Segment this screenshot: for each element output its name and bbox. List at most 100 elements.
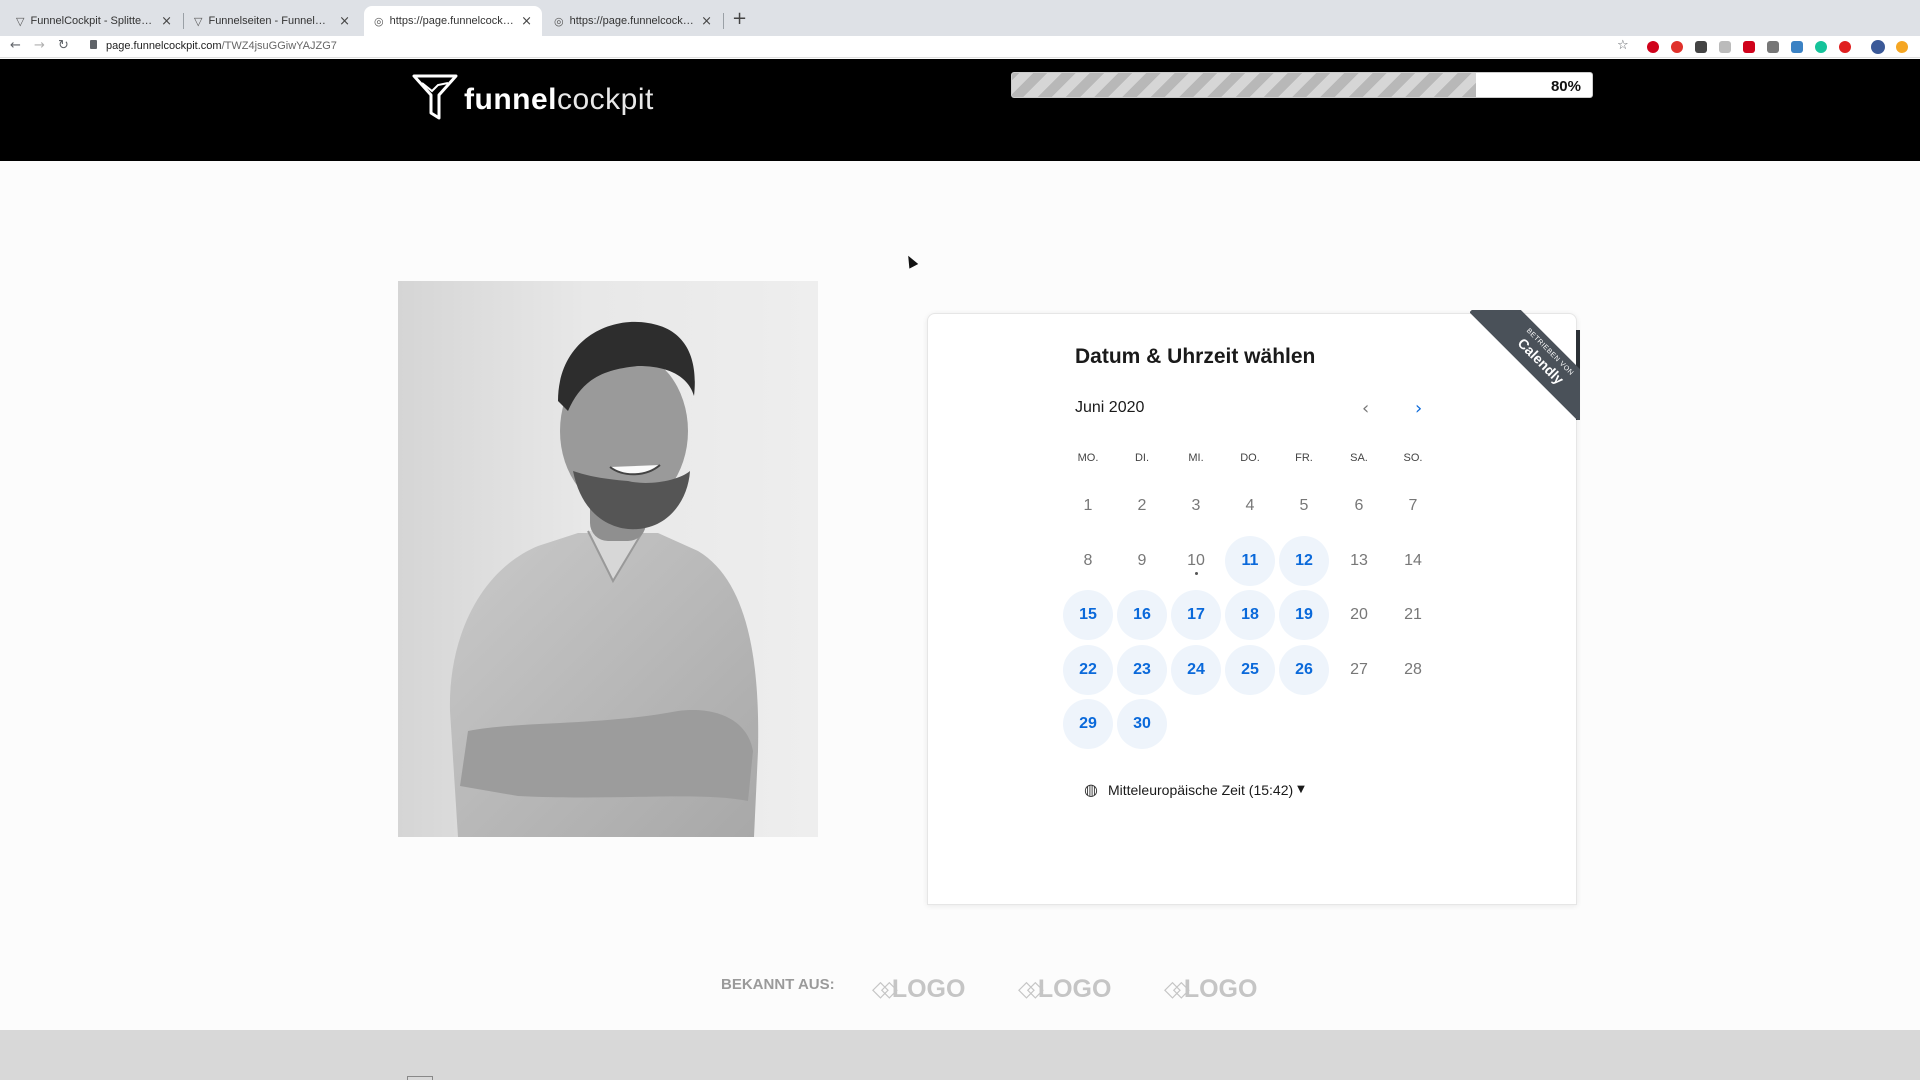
close-icon[interactable]: × [521, 14, 532, 29]
portrait-photo [398, 281, 818, 837]
extension-icon[interactable] [1839, 41, 1851, 53]
back-arrow-icon[interactable]: ← [10, 38, 21, 53]
weekday-label: DI. [1134, 452, 1150, 464]
weekday-label: SO. [1403, 452, 1423, 464]
calendar-day-available[interactable]: 30 [1117, 699, 1167, 749]
calendar-day: 9 [1137, 552, 1147, 569]
calendar-day-available[interactable]: 23 [1117, 645, 1167, 695]
calendar-day-available[interactable]: 26 [1279, 645, 1329, 695]
extension-icon[interactable] [1719, 41, 1731, 53]
diamond-logo-icon: ◇◇ [1018, 977, 1044, 1002]
extension-icon[interactable] [1647, 41, 1659, 53]
calendar-day-available[interactable]: 16 [1117, 590, 1167, 640]
close-icon[interactable]: × [339, 14, 350, 29]
calendar-day: 1 [1083, 497, 1093, 514]
reload-icon[interactable]: ↻ [58, 38, 69, 53]
close-icon[interactable]: × [701, 14, 712, 29]
chevron-right-icon[interactable]: › [1415, 398, 1422, 419]
address-bar: ← → ↻ page.funnelcockpit.com/TWZ4jsuGGiw… [0, 36, 1920, 58]
calendar-day-available[interactable]: 29 [1063, 699, 1113, 749]
browser-tab-active[interactable]: ◎ https://page.funnelcockpit.co × [364, 6, 542, 36]
progress-bar: 80% [1011, 72, 1593, 98]
calendar-day: 27 [1350, 661, 1368, 678]
press-logo-text: LOGO [1183, 975, 1258, 1003]
caret-down-icon: ▼ [1297, 784, 1305, 795]
press-logo: ◇◇ LOGO [1164, 975, 1257, 1004]
extension-icon[interactable] [1791, 41, 1803, 53]
calendar-day-available[interactable]: 24 [1171, 645, 1221, 695]
globe-icon: ◍ [1084, 780, 1098, 799]
weekday-label: MO. [1077, 452, 1099, 464]
calendar-day-available[interactable]: 12 [1279, 536, 1329, 586]
timezone-label: Mitteleuropäische Zeit (15:42) [1107, 781, 1294, 798]
brand-logo[interactable]: funnelcockpit [464, 83, 654, 117]
calendar-day-available[interactable]: 25 [1225, 645, 1275, 695]
diamond-logo-icon: ◇◇ [872, 977, 898, 1002]
calendar-day: 7 [1408, 497, 1418, 514]
press-logo: ◇◇ LOGO [872, 975, 965, 1004]
calendar-day-available[interactable]: 19 [1279, 590, 1329, 640]
press-logo-text: LOGO [891, 975, 966, 1003]
extension-icon[interactable] [1695, 41, 1707, 53]
bookmark-star-icon[interactable]: ☆ [1617, 38, 1629, 53]
funnel-favicon-icon: ▽ [16, 14, 25, 28]
plus-icon[interactable]: + [732, 8, 747, 29]
extension-icon[interactable] [1671, 41, 1683, 53]
extension-icon[interactable] [1743, 41, 1755, 53]
calendar-day: 13 [1350, 552, 1368, 569]
calendar-day-available[interactable]: 17 [1171, 590, 1221, 640]
calendar-day: 10 [1187, 552, 1205, 569]
page-footer [0, 1030, 1920, 1080]
funnel-favicon-icon: ▽ [194, 14, 203, 28]
calendar-day-available[interactable]: 22 [1063, 645, 1113, 695]
url-host: page.funnelcockpit.com [106, 40, 222, 52]
mouse-cursor [903, 253, 919, 269]
extension-icon[interactable] [1815, 41, 1827, 53]
timezone-selector[interactable]: ◍ Mitteleuropäische Zeit (15:42) ▼ [1084, 780, 1305, 799]
extension-icon[interactable] [1767, 41, 1779, 53]
calendar-day-available[interactable]: 15 [1063, 590, 1113, 640]
weekday-label: DO. [1240, 452, 1260, 464]
calendar-day: 3 [1191, 497, 1201, 514]
calendar-day: 4 [1245, 497, 1255, 514]
badge-ribbon: BETRIEBEN VON Calendly [1470, 310, 1580, 420]
profile-avatar[interactable] [1871, 40, 1885, 54]
diamond-logo-icon: ◇◇ [1164, 977, 1190, 1002]
extension-icon[interactable] [1896, 41, 1908, 53]
calendar-day: 28 [1404, 661, 1422, 678]
tab-label: https://page.funnelcockpit.co [569, 15, 695, 27]
calendar-day: 5 [1299, 497, 1309, 514]
chevron-left-icon[interactable]: ‹ [1362, 398, 1369, 419]
footer-logo-icon [407, 1076, 433, 1080]
calendar-day: 20 [1350, 606, 1368, 623]
weekday-label: SA. [1350, 452, 1368, 464]
person-illustration [449, 321, 759, 837]
calendar-day-available[interactable]: 18 [1225, 590, 1275, 640]
weekday-label: MI. [1188, 452, 1204, 464]
calendar-month: Juni 2020 [1075, 399, 1145, 416]
calendar-day-available[interactable]: 11 [1225, 536, 1275, 586]
calendar-day: 8 [1083, 552, 1093, 569]
browser-tab[interactable]: ◎ https://page.funnelcockpit.co × [544, 6, 722, 36]
press-logo-text: LOGO [1037, 975, 1112, 1003]
globe-favicon-icon: ◎ [374, 14, 384, 28]
forward-arrow-icon[interactable]: → [34, 38, 45, 53]
browser-tab[interactable]: ▽ Funnelseiten - FunnelCockpit × [184, 6, 360, 36]
calendar-day: 6 [1354, 497, 1364, 514]
tab-label: https://page.funnelcockpit.co [389, 15, 515, 27]
browser-tab[interactable]: ▽ FunnelCockpit - Splittests, Ma × [6, 6, 182, 36]
calendly-badge[interactable]: BETRIEBEN VON Calendly [1470, 310, 1580, 420]
tab-label: FunnelCockpit - Splittests, Ma [30, 15, 156, 27]
logo-thin-text: cockpit [557, 83, 654, 116]
weekday-label: FR. [1295, 452, 1313, 464]
press-logo: ◇◇ LOGO [1018, 975, 1111, 1004]
tab-divider [723, 13, 724, 29]
url-field[interactable]: page.funnelcockpit.com/TWZ4jsuGGiwYAJZG7 [106, 40, 337, 52]
calendar-day: 21 [1404, 606, 1422, 623]
calendar-day: 2 [1137, 497, 1147, 514]
progress-label: 80% [1550, 78, 1581, 95]
close-icon[interactable]: × [161, 14, 172, 29]
browser-tab-bar: ▽ FunnelCockpit - Splittests, Ma × ▽ Fun… [0, 0, 1920, 36]
funnel-logo-icon [412, 74, 458, 120]
calendar-title: Datum & Uhrzeit wählen [1075, 345, 1316, 368]
